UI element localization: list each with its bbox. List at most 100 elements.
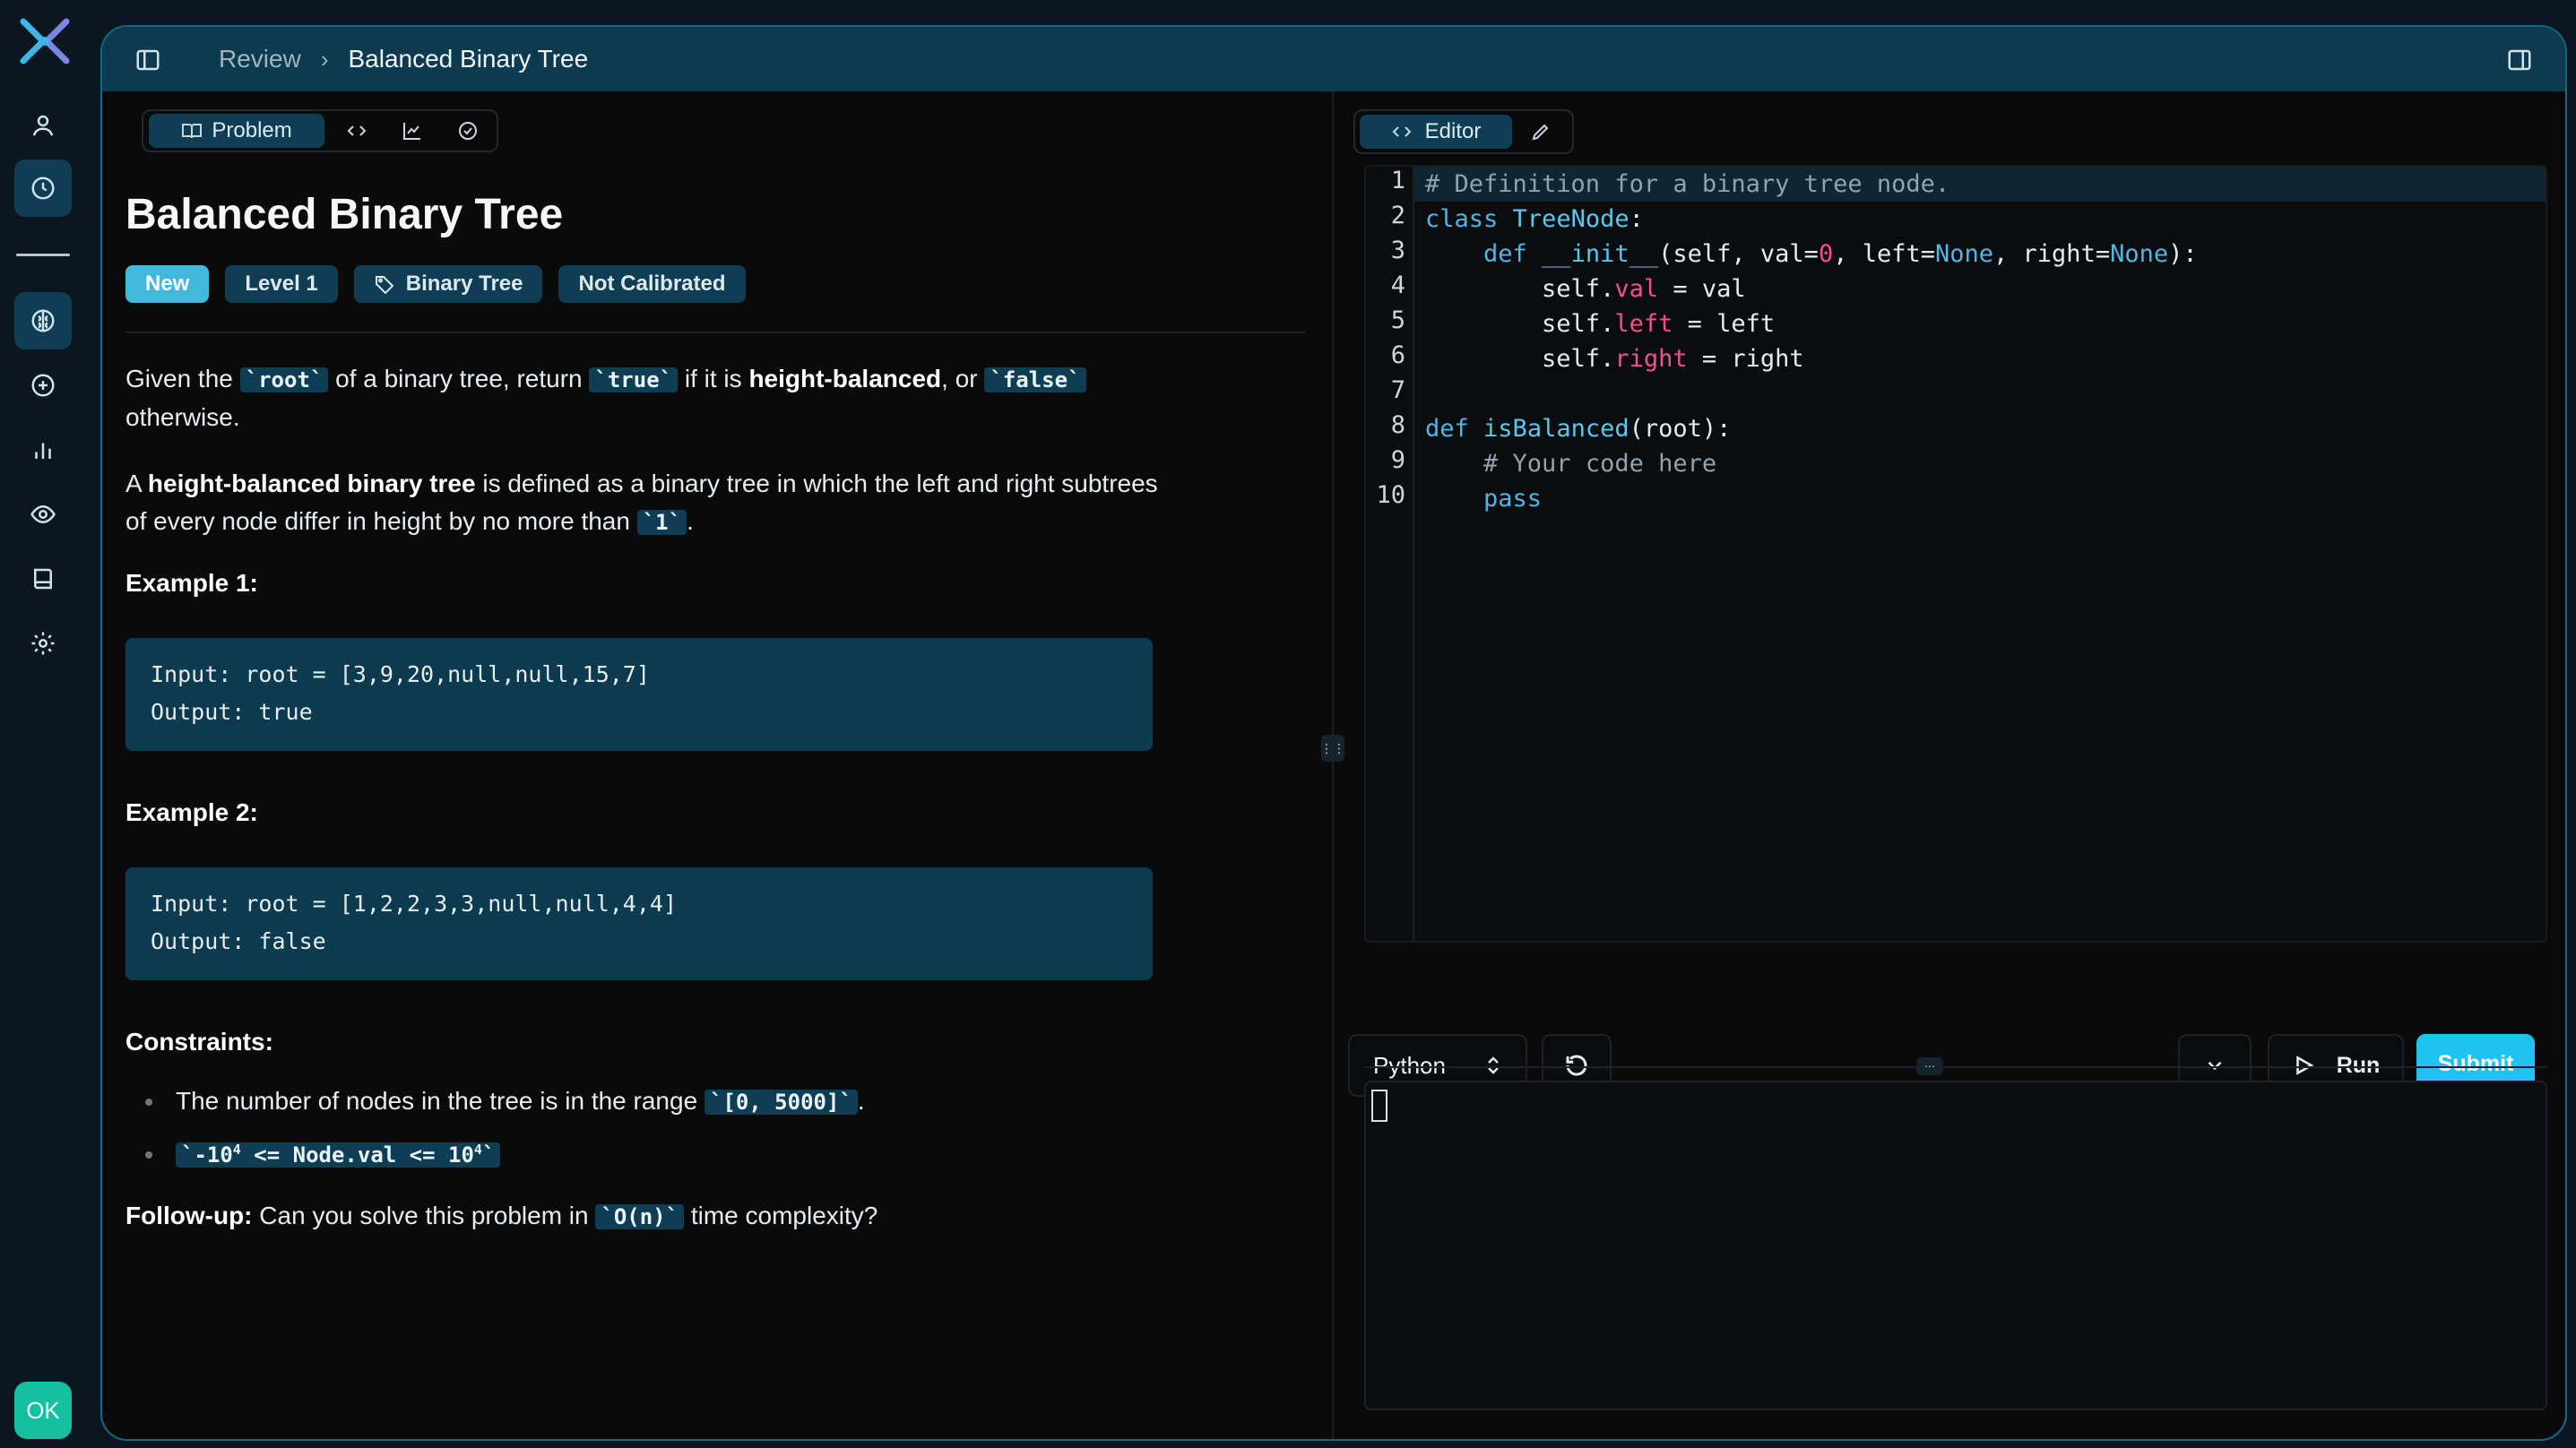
gear-icon: [31, 632, 55, 655]
plus-circle-icon: [31, 374, 55, 397]
tab-problem[interactable]: Problem: [149, 114, 325, 148]
tab-stats[interactable]: [389, 114, 436, 148]
pencil-icon: [1532, 124, 1549, 141]
app-sidebar: OK: [0, 0, 99, 1448]
code-line[interactable]: def __init__(self, val=0, left=None, rig…: [1425, 237, 2198, 272]
sidebar-stats-button[interactable]: [14, 421, 72, 478]
code-token: isBalanced: [1483, 415, 1629, 443]
eye-icon: [30, 504, 56, 524]
console-divider: [1364, 1066, 2547, 1068]
editor-panel: Editor 1 2 3 4 5 6 7 8 9 10 # Definition…: [1334, 91, 2565, 1439]
user-icon: [32, 115, 54, 136]
tab-editor[interactable]: Editor: [1360, 115, 1512, 149]
code-editor[interactable]: 1 2 3 4 5 6 7 8 9 10 # Definition for a …: [1364, 165, 2547, 943]
code-token: val: [1614, 275, 1659, 303]
main-frame: Review › Balanced Binary Tree Problem Ba…: [100, 25, 2567, 1441]
header-divider: [125, 332, 1305, 333]
code-line[interactable]: def isBalanced(root):: [1425, 411, 1731, 446]
output-console[interactable]: [1364, 1081, 2547, 1410]
inline-code: `-104 <= Node.val <= 104`: [176, 1142, 501, 1168]
code-token: # Definition for a binary tree node.: [1425, 170, 1950, 198]
code-line[interactable]: self.right = right: [1425, 341, 1804, 376]
code-line[interactable]: self.left = left: [1425, 306, 1775, 341]
sidebar-library-button[interactable]: [14, 550, 72, 608]
text: time complexity?: [684, 1202, 878, 1229]
text: The number of nodes in the tree is in th…: [176, 1087, 705, 1115]
bold-text: height-balanced: [748, 365, 942, 392]
sidebar-review-button[interactable]: [14, 292, 72, 349]
code-token: # Your code here: [1483, 450, 1717, 478]
chevron-down-icon: [2208, 1061, 2222, 1071]
breadcrumb-current: Balanced Binary Tree: [348, 45, 589, 73]
breadcrumb-parent[interactable]: Review: [219, 45, 301, 73]
code-line[interactable]: self.val = val: [1425, 272, 1746, 306]
bold-text: height-balanced binary tree: [147, 470, 476, 497]
code-token: ):: [2168, 240, 2198, 268]
toggle-right-panel-icon[interactable]: [2506, 47, 2533, 73]
text: Can you solve this problem in: [252, 1202, 596, 1229]
constraints-list: The number of nodes in the tree is in th…: [125, 1082, 1183, 1174]
text: .: [687, 507, 694, 535]
inline-code: `1`: [636, 510, 687, 535]
play-icon: [2295, 1056, 2313, 1075]
clock-icon: [31, 177, 55, 200]
example-2-input: Input: root = [1,2,2,3,3,null,null,4,4]: [151, 891, 677, 917]
inline-code: `root`: [239, 367, 329, 392]
text: A: [125, 470, 148, 497]
code-line[interactable]: # Definition for a binary tree node.: [1414, 167, 2546, 202]
problem-panel: Problem Balanced Binary Tree New Level 1…: [102, 91, 1332, 1439]
horizontal-resize-handle[interactable]: ⋯: [1916, 1057, 1943, 1075]
code-token: (root):: [1629, 415, 1732, 443]
example-1-box: Input: root = [3,9,20,null,null,15,7] Ou…: [125, 638, 1153, 751]
line-number: 6: [1390, 341, 1405, 369]
code-token: 0: [1818, 240, 1834, 268]
inline-code: `false`: [984, 367, 1086, 392]
code-token: = right: [1687, 345, 1804, 373]
follow-up-label: Follow-up:: [125, 1202, 253, 1229]
code-token: , right=: [1993, 240, 2111, 268]
example-1-input: Input: root = [3,9,20,null,null,15,7]: [151, 661, 650, 687]
code-token: class: [1425, 205, 1499, 233]
line-number: 1: [1390, 167, 1405, 194]
tab-solved[interactable]: [445, 114, 491, 148]
toggle-sidebar-icon[interactable]: [134, 47, 161, 73]
code-line[interactable]: pass: [1425, 481, 1542, 516]
sidebar-settings-button[interactable]: [14, 615, 72, 672]
inline-code: `true`: [589, 367, 679, 392]
tab-scratch[interactable]: [1523, 115, 1559, 149]
code-icon: [1392, 126, 1412, 137]
code-line[interactable]: class TreeNode:: [1425, 202, 1644, 237]
code-token: self.: [1425, 275, 1615, 303]
inline-code: `[0, 5000]`: [704, 1090, 858, 1115]
sidebar-watch-button[interactable]: [14, 486, 72, 543]
line-number: 2: [1390, 202, 1405, 229]
code-line[interactable]: # Your code here: [1425, 446, 1716, 481]
code-token: None: [1935, 240, 1994, 268]
app-logo-icon[interactable]: [16, 13, 73, 70]
book-icon: [34, 568, 52, 590]
breadcrumb: Review › Balanced Binary Tree: [219, 45, 588, 73]
chevron-right-icon: ›: [320, 45, 329, 73]
sidebar-history-button[interactable]: [14, 159, 72, 217]
follow-up: Follow-up: Can you solve this problem in…: [125, 1197, 1183, 1236]
example-1-title: Example 1:: [125, 569, 258, 597]
code-token: self.: [1425, 345, 1615, 373]
example-1-output: Output: true: [151, 699, 313, 725]
book-open-icon: [182, 124, 203, 139]
code-token: None: [2110, 240, 2169, 268]
topic-badge[interactable]: Binary Tree: [353, 265, 543, 303]
tab-code[interactable]: [333, 114, 380, 148]
sidebar-add-button[interactable]: [14, 357, 72, 414]
line-chart-icon: [403, 123, 421, 140]
description-paragraph-2: A height-balanced binary tree is defined…: [125, 465, 1183, 541]
chevron-updown-icon: [1488, 1056, 1499, 1074]
status-ok-badge[interactable]: OK: [14, 1382, 72, 1439]
reset-icon: [1566, 1055, 1587, 1076]
superscript: 4: [232, 1142, 241, 1158]
sidebar-profile-button[interactable]: [14, 97, 72, 154]
code-token: pass: [1483, 485, 1543, 513]
